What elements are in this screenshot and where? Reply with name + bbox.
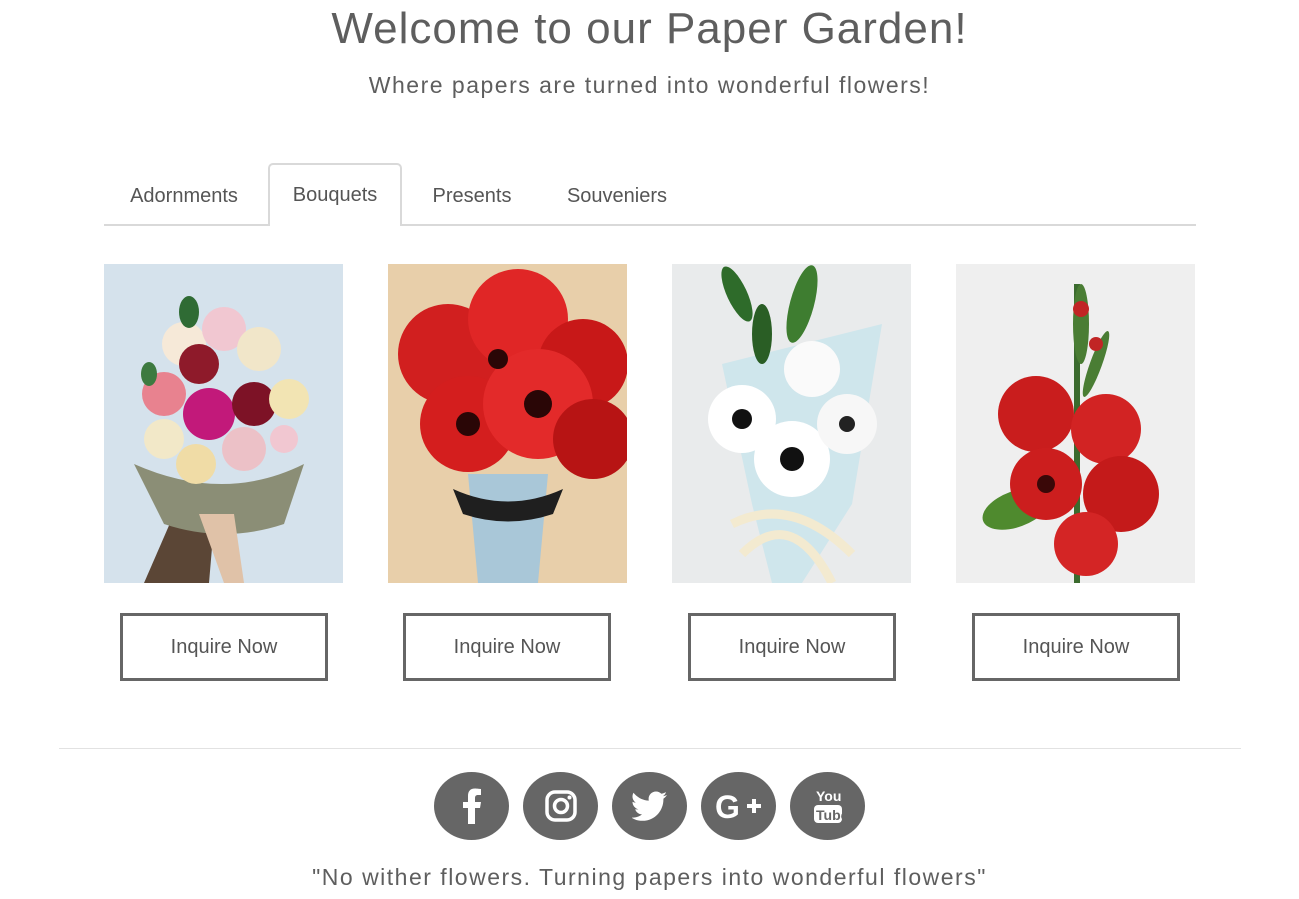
facebook-icon — [462, 788, 481, 824]
svg-text:Tube: Tube — [816, 807, 844, 823]
product-card: Inquire Now — [104, 264, 344, 684]
inquire-now-button[interactable]: Inquire Now — [688, 613, 896, 681]
svg-text:You: You — [816, 788, 841, 804]
red-rose-stem-photo[interactable] — [956, 264, 1195, 583]
tab-adornments[interactable]: Adornments — [104, 164, 264, 226]
twitter-link[interactable] — [612, 772, 687, 840]
youtube-link[interactable]: You Tube — [790, 772, 865, 840]
twitter-icon — [631, 791, 667, 821]
product-card: Inquire Now — [956, 264, 1196, 684]
footer-quote: "No wither flowers. Turning papers into … — [312, 864, 987, 890]
tab-bouquets[interactable]: Bouquets — [268, 163, 402, 226]
product-card: Inquire Now — [672, 264, 912, 684]
svg-text:G: G — [715, 791, 740, 821]
category-tabs: Adornments Bouquets Presents Souveniers — [104, 163, 1196, 226]
tab-souveniers[interactable]: Souveniers — [542, 164, 692, 226]
inquire-now-button[interactable]: Inquire Now — [120, 613, 328, 681]
inquire-now-button[interactable]: Inquire Now — [972, 613, 1180, 681]
footer-divider — [59, 748, 1241, 749]
instagram-icon — [544, 790, 577, 822]
white-anemone-bouquet-photo[interactable] — [672, 264, 911, 583]
inquire-now-button[interactable]: Inquire Now — [403, 613, 611, 681]
facebook-link[interactable] — [434, 772, 509, 840]
product-card: Inquire Now — [388, 264, 628, 684]
instagram-link[interactable] — [523, 772, 598, 840]
social-links: G You Tube — [434, 772, 866, 840]
page-title: Welcome to our Paper Garden! — [331, 4, 968, 53]
tab-presents[interactable]: Presents — [402, 164, 542, 226]
google-plus-icon: G — [715, 791, 761, 821]
product-grid: Inquire Now Inquire Now Inquire Now Inqu… — [104, 264, 1196, 684]
red-poppy-bouquet-photo[interactable] — [388, 264, 627, 583]
page-subtitle: Where papers are turned into wonderful f… — [368, 72, 931, 98]
youtube-icon: You Tube — [813, 788, 844, 823]
google-plus-link[interactable]: G — [701, 772, 776, 840]
mixed-rose-bouquet-photo[interactable] — [104, 264, 343, 583]
